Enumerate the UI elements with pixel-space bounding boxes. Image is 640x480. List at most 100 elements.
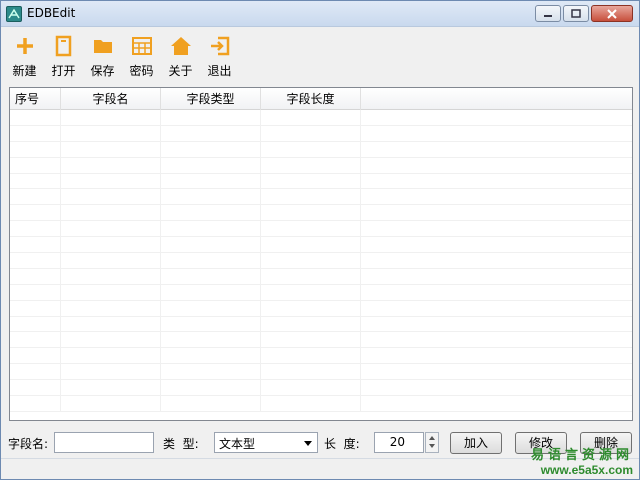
table-cell[interactable] xyxy=(261,396,361,411)
table-cell[interactable] xyxy=(61,237,161,253)
table-cell[interactable] xyxy=(61,300,161,316)
table-cell[interactable] xyxy=(61,253,161,268)
table-cell[interactable] xyxy=(10,316,61,332)
table-cell[interactable] xyxy=(261,300,361,316)
add-button[interactable]: 加入 xyxy=(450,432,502,454)
table-row[interactable] xyxy=(10,253,632,269)
table-cell[interactable] xyxy=(161,348,261,364)
table-row[interactable] xyxy=(10,332,632,349)
fields-table[interactable]: 序号 字段名 字段类型 字段长度 xyxy=(9,87,633,421)
table-cell[interactable] xyxy=(61,316,161,332)
table-row[interactable] xyxy=(10,110,632,126)
table-cell[interactable] xyxy=(161,125,261,141)
table-row[interactable] xyxy=(10,380,632,397)
table-cell[interactable] xyxy=(10,110,61,125)
table-cell[interactable] xyxy=(161,221,261,237)
table-cell[interactable] xyxy=(261,332,361,348)
type-select[interactable]: 文本型 xyxy=(214,432,318,453)
table-cell[interactable] xyxy=(261,141,361,157)
table-cell[interactable] xyxy=(261,348,361,364)
table-cell[interactable] xyxy=(10,125,61,141)
table-cell[interactable] xyxy=(10,221,61,237)
table-cell[interactable] xyxy=(261,284,361,300)
table-cell[interactable] xyxy=(61,205,161,221)
table-cell[interactable] xyxy=(10,141,61,157)
table-cell[interactable] xyxy=(161,364,261,380)
table-cell[interactable] xyxy=(161,380,261,396)
table-cell[interactable] xyxy=(61,396,161,411)
table-row[interactable] xyxy=(10,364,632,381)
table-cell[interactable] xyxy=(261,173,361,189)
table-row[interactable] xyxy=(10,125,632,142)
table-cell[interactable] xyxy=(161,157,261,173)
table-cell[interactable] xyxy=(161,268,261,284)
table-row[interactable] xyxy=(10,237,632,254)
column-header-field-name[interactable]: 字段名 xyxy=(61,88,161,110)
table-row[interactable] xyxy=(10,268,632,285)
table-row[interactable] xyxy=(10,205,632,222)
column-header-field-type[interactable]: 字段类型 xyxy=(161,88,261,110)
table-cell[interactable] xyxy=(10,300,61,316)
table-cell[interactable] xyxy=(261,157,361,173)
table-cell[interactable] xyxy=(61,221,161,237)
table-cell[interactable] xyxy=(161,300,261,316)
table-cell[interactable] xyxy=(10,364,61,380)
table-cell[interactable] xyxy=(261,189,361,205)
table-cell[interactable] xyxy=(261,380,361,396)
table-cell[interactable] xyxy=(161,396,261,411)
minimize-button[interactable] xyxy=(535,5,561,22)
length-spinner[interactable] xyxy=(425,432,439,453)
table-cell[interactable] xyxy=(261,205,361,221)
table-row[interactable] xyxy=(10,316,632,333)
toolbar-password-button[interactable]: 密码 xyxy=(122,28,161,80)
table-cell[interactable] xyxy=(161,205,261,221)
table-row[interactable] xyxy=(10,173,632,190)
length-input[interactable]: 20 xyxy=(374,432,424,453)
table-cell[interactable] xyxy=(61,348,161,364)
table-cell[interactable] xyxy=(61,380,161,396)
toolbar-new-button[interactable]: 新建 xyxy=(5,28,44,80)
column-header-field-length[interactable]: 字段长度 xyxy=(261,88,361,110)
table-cell[interactable] xyxy=(161,189,261,205)
table-cell[interactable] xyxy=(261,364,361,380)
column-header-index[interactable]: 序号 xyxy=(10,88,61,110)
table-cell[interactable] xyxy=(161,237,261,253)
table-cell[interactable] xyxy=(161,284,261,300)
table-cell[interactable] xyxy=(261,268,361,284)
table-cell[interactable] xyxy=(161,253,261,268)
table-row[interactable] xyxy=(10,221,632,238)
table-cell[interactable] xyxy=(10,205,61,221)
table-cell[interactable] xyxy=(10,189,61,205)
table-cell[interactable] xyxy=(61,125,161,141)
table-cell[interactable] xyxy=(61,284,161,300)
table-cell[interactable] xyxy=(161,110,261,125)
table-cell[interactable] xyxy=(161,141,261,157)
table-row[interactable] xyxy=(10,300,632,317)
table-cell[interactable] xyxy=(10,332,61,348)
maximize-button[interactable] xyxy=(563,5,589,22)
table-cell[interactable] xyxy=(261,110,361,125)
toolbar-save-button[interactable]: 保存 xyxy=(83,28,122,80)
table-cell[interactable] xyxy=(161,316,261,332)
table-cell[interactable] xyxy=(161,173,261,189)
table-cell[interactable] xyxy=(10,173,61,189)
table-cell[interactable] xyxy=(261,253,361,268)
table-cell[interactable] xyxy=(261,237,361,253)
table-cell[interactable] xyxy=(61,157,161,173)
spin-down-icon[interactable] xyxy=(429,444,435,448)
table-cell[interactable] xyxy=(10,396,61,411)
table-cell[interactable] xyxy=(10,348,61,364)
close-button[interactable] xyxy=(591,5,633,22)
toolbar-about-button[interactable]: 关于 xyxy=(161,28,200,80)
table-cell[interactable] xyxy=(10,284,61,300)
table-cell[interactable] xyxy=(61,141,161,157)
table-cell[interactable] xyxy=(61,173,161,189)
toolbar-open-button[interactable]: 打开 xyxy=(44,28,83,80)
table-cell[interactable] xyxy=(261,125,361,141)
table-cell[interactable] xyxy=(10,237,61,253)
table-cell[interactable] xyxy=(161,332,261,348)
field-name-input[interactable] xyxy=(54,432,154,453)
table-cell[interactable] xyxy=(10,253,61,268)
table-row[interactable] xyxy=(10,141,632,158)
table-cell[interactable] xyxy=(61,110,161,125)
